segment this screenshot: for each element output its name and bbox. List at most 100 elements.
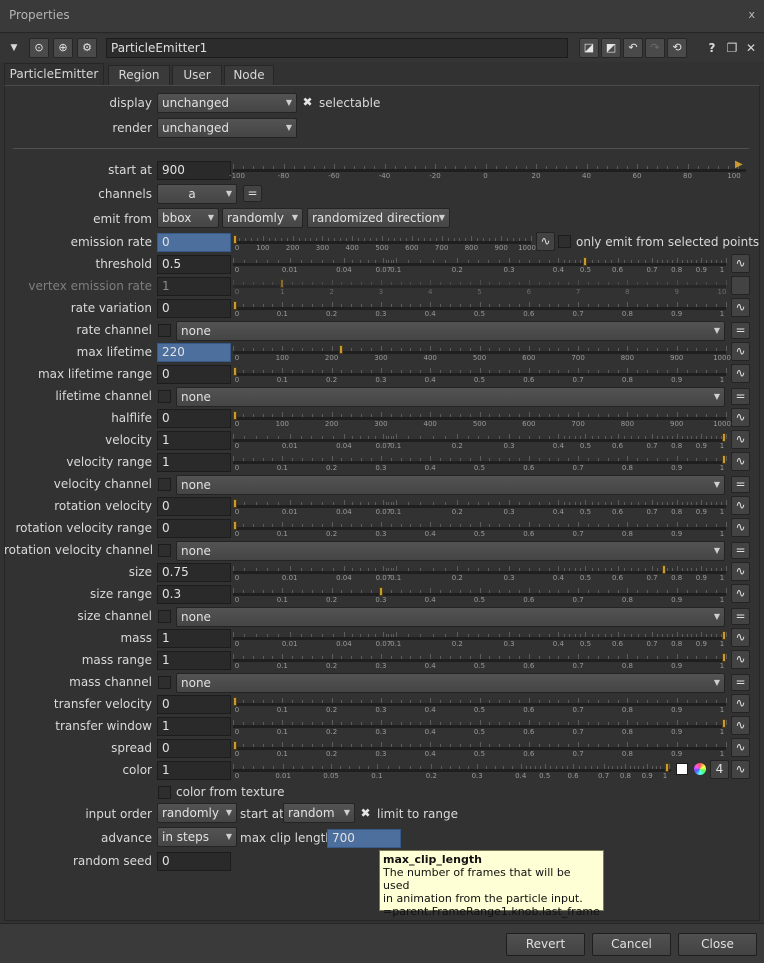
slider-handle[interactable] [233, 741, 237, 750]
animation-curve-icon[interactable]: ∿ [536, 232, 555, 251]
animation-curve-icon[interactable]: ∿ [731, 452, 750, 471]
rate-channel-equals-button[interactable]: = [731, 322, 750, 339]
size-channel-checkbox[interactable] [158, 610, 171, 623]
rotation-velocity-channel-dropdown[interactable]: none ▼ [176, 541, 725, 561]
color-slider[interactable]: 0 0.01 0.05 0.1 0.2 0.3 0.4 0.5 0.6 0.7 0.8 0.9 1 [233, 761, 671, 781]
cancel-button[interactable]: Cancel [592, 933, 671, 956]
transfer-velocity-input[interactable]: 0 [157, 695, 231, 714]
limit-to-range-checkbox[interactable]: ✖ [359, 807, 372, 820]
size-range-slider[interactable]: 0 0.1 0.2 0.3 0.4 0.5 0.6 0.7 0.8 0.9 1 [233, 585, 727, 605]
animation-curve-icon[interactable]: ∿ [731, 496, 750, 515]
slider-handle[interactable] [233, 235, 237, 244]
vertex-emission-rate-slider[interactable]: 0 1 2 3 4 5 6 7 8 9 10 [233, 277, 727, 297]
rotation-velocity-range-slider[interactable]: 0 0.1 0.2 0.3 0.4 0.5 0.6 0.7 0.8 0.9 1 [233, 519, 727, 539]
transfer-window-slider[interactable]: 0 0.1 0.2 0.3 0.4 0.5 0.6 0.7 0.8 0.9 1 [233, 717, 727, 737]
random-seed-input[interactable]: 0 [157, 852, 231, 871]
revert-button[interactable]: Revert [506, 933, 585, 956]
mass-input[interactable]: 1 [157, 629, 231, 648]
close-button[interactable]: Close [678, 933, 757, 956]
color-from-texture-checkbox[interactable] [158, 786, 171, 799]
max-lifetime-input[interactable]: 220 [157, 343, 231, 362]
only-emit-selected-checkbox[interactable] [558, 235, 571, 248]
rotation-velocity-range-input[interactable]: 0 [157, 519, 231, 538]
node-viewer-icon[interactable]: ⊙ [29, 38, 49, 58]
velocity-channel-dropdown[interactable]: none ▼ [176, 475, 725, 495]
max-lifetime-range-slider[interactable]: 0 0.1 0.2 0.3 0.4 0.5 0.6 0.7 0.8 0.9 1 [233, 365, 727, 385]
threshold-slider[interactable]: 0 0.01 0.04 0.07 0.1 0.2 0.3 0.4 0.5 0.6 0.7 0.8 0.9… [233, 255, 727, 275]
input-order-dropdown[interactable]: randomly ▼ [157, 803, 237, 823]
velocity-range-slider[interactable]: 0 0.1 0.2 0.3 0.4 0.5 0.6 0.7 0.8 0.9 1 [233, 453, 727, 473]
channels-dropdown[interactable]: a ▼ [157, 184, 237, 204]
render-dropdown[interactable]: unchanged ▼ [157, 118, 297, 138]
size-range-input[interactable]: 0.3 [157, 585, 231, 604]
rate-channel-checkbox[interactable] [158, 324, 171, 337]
color-channel-count[interactable]: 4 [710, 760, 729, 779]
redo-icon[interactable]: ↷ [645, 38, 665, 58]
emission-rate-slider[interactable]: 0 100 200 300 400 500 600 700 800 900 1000 [233, 233, 536, 253]
slider-handle[interactable] [233, 697, 237, 706]
slider-handle[interactable] [233, 411, 237, 420]
animation-curve-icon[interactable]: ∿ [731, 254, 750, 273]
slider-handle[interactable] [378, 587, 383, 596]
rate-variation-input[interactable]: 0 [157, 299, 231, 318]
slider-handle[interactable] [233, 521, 237, 530]
slider-handle[interactable] [722, 653, 726, 662]
emit-direction-dropdown[interactable]: randomized direction ▼ [307, 208, 450, 228]
mass-range-input[interactable]: 1 [157, 651, 231, 670]
color-swatch[interactable] [676, 763, 688, 775]
spread-slider[interactable]: 0 0.1 0.2 0.3 0.4 0.5 0.6 0.7 0.8 0.9 1 [233, 739, 727, 759]
mass-channel-checkbox[interactable] [158, 676, 171, 689]
slider-handle[interactable] [722, 719, 726, 728]
channels-equals-button[interactable]: = [243, 185, 262, 202]
animation-curve-icon[interactable] [731, 276, 750, 295]
size-input[interactable]: 0.75 [157, 563, 231, 582]
animation-curve-icon[interactable]: ∿ [731, 562, 750, 581]
collapse-triangle-icon[interactable]: ▼ [4, 38, 24, 58]
size-channel-dropdown[interactable]: none ▼ [176, 607, 725, 627]
undo-icon[interactable]: ↶ [623, 38, 643, 58]
transfer-window-input[interactable]: 1 [157, 717, 231, 736]
slider-handle[interactable] [722, 455, 726, 464]
slider-handle[interactable] [233, 499, 237, 508]
node-name-field[interactable]: ParticleEmitter1 [106, 38, 568, 58]
animation-curve-icon[interactable]: ∿ [731, 342, 750, 361]
halflife-slider[interactable]: 0 100 200 300 400 500 600 700 800 900 1000 [233, 409, 731, 429]
animation-curve-icon[interactable]: ∿ [731, 364, 750, 383]
split-view-alt-icon[interactable]: ◩ [601, 38, 621, 58]
slider-handle[interactable] [665, 763, 669, 772]
animation-curve-icon[interactable]: ∿ [731, 716, 750, 735]
velocity-channel-equals-button[interactable]: = [731, 476, 750, 493]
split-view-icon[interactable]: ◪ [579, 38, 599, 58]
slider-handle[interactable] [722, 631, 726, 640]
mass-channel-equals-button[interactable]: = [731, 674, 750, 691]
slider-handle[interactable] [233, 367, 237, 376]
slider-handle[interactable] [280, 279, 285, 288]
animation-curve-icon[interactable]: ∿ [731, 298, 750, 317]
selectable-checkbox[interactable]: ✖ [301, 96, 314, 109]
spread-input[interactable]: 0 [157, 739, 231, 758]
max-lifetime-range-input[interactable]: 0 [157, 365, 231, 384]
slider-handle[interactable] [722, 433, 726, 442]
tab-particleemitter[interactable]: ParticleEmitter [4, 63, 104, 86]
node-settings-icon[interactable]: ⚙ [77, 38, 97, 58]
velocity-slider[interactable]: 0 0.01 0.04 0.07 0.1 0.2 0.3 0.4 0.5 0.6 0.7 0.8 0.9… [233, 431, 727, 451]
emission-rate-input[interactable]: 0 [157, 233, 231, 252]
node-input-icon[interactable]: ⊕ [53, 38, 73, 58]
animation-curve-icon[interactable]: ∿ [731, 518, 750, 537]
animation-curve-icon[interactable]: ∿ [731, 760, 750, 779]
animation-curve-icon[interactable]: ∿ [731, 408, 750, 427]
animation-curve-icon[interactable]: ∿ [731, 694, 750, 713]
animation-curve-icon[interactable]: ∿ [731, 650, 750, 669]
velocity-range-input[interactable]: 1 [157, 453, 231, 472]
velocity-input[interactable]: 1 [157, 431, 231, 450]
transfer-velocity-slider[interactable]: 0 0.1 0.2 0.3 0.4 0.5 0.6 0.7 0.8 0.9 1 [233, 695, 727, 715]
close-panel-icon[interactable]: ✕ [741, 38, 761, 58]
rotation-velocity-channel-checkbox[interactable] [158, 544, 171, 557]
animation-curve-icon[interactable]: ∿ [731, 628, 750, 647]
start-at-input[interactable]: 900 [157, 161, 231, 180]
size-slider[interactable]: 0 0.01 0.04 0.07 0.1 0.2 0.3 0.4 0.5 0.6 0.7 0.8 0.9… [233, 563, 727, 583]
halflife-input[interactable]: 0 [157, 409, 231, 428]
velocity-channel-checkbox[interactable] [158, 478, 171, 491]
input-start-at-dropdown[interactable]: random ▼ [283, 803, 355, 823]
size-channel-equals-button[interactable]: = [731, 608, 750, 625]
